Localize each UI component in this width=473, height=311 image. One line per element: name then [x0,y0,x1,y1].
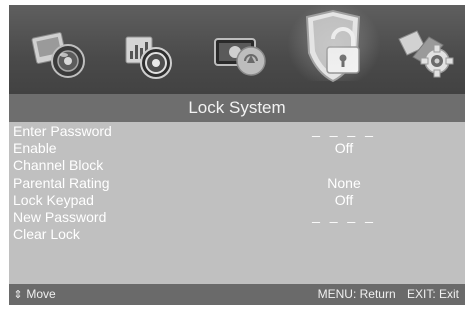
footer-hint-bar: ⇕ Move MENU: Return EXIT: Exit [9,284,465,305]
up-down-arrows-icon: ⇕ [13,289,23,301]
password-input[interactable]: _ _ _ _ [299,121,389,138]
menu-item-label: Channel Block [13,157,104,174]
tab-lock[interactable] [287,5,381,83]
menu-item-enter-password[interactable]: Enter Password _ _ _ _ [9,121,465,140]
menu-item-label: Clear Lock [13,226,80,243]
menu-item-label: Enter Password [13,123,112,139]
menu-item-new-password[interactable]: New Password _ _ _ _ [9,207,465,226]
sound-menu-icon [125,36,172,79]
menu-item-channel-block[interactable]: Channel Block [9,157,465,174]
tab-picture[interactable] [24,17,94,89]
tab-channel[interactable] [207,17,277,89]
move-hint: ⇕ Move [13,284,56,305]
menu-item-clear-lock[interactable]: Clear Lock [9,226,465,243]
osd-menu: Lock System Enter Password _ _ _ _ Enabl… [9,5,465,305]
menu-item-label: Lock Keypad [13,191,94,208]
key-hints: MENU: Return EXIT: Exit [318,284,459,305]
new-password-input[interactable]: _ _ _ _ [299,207,389,224]
tab-sound[interactable] [114,17,184,89]
menu-item-parental-rating[interactable]: Parental Rating None [9,175,465,192]
channel-menu-icon [214,38,266,76]
parental-rating-value[interactable]: None [299,175,389,192]
enable-value[interactable]: Off [299,140,389,157]
lock-menu-list: Enter Password _ _ _ _ Enable Off Channe… [9,121,465,243]
setup-menu-icon [398,30,454,78]
menu-item-label: Parental Rating [13,174,110,191]
exit-hint: EXIT: Exit [406,287,459,301]
menu-icon-bar [9,5,465,94]
menu-item-label: Enable [13,140,57,157]
tab-setup[interactable] [391,17,461,89]
menu-item-enable[interactable]: Enable Off [9,140,465,157]
move-label: Move [26,287,56,301]
menu-return-hint: MENU: Return [317,287,396,301]
lock-menu-icon [305,9,361,83]
menu-item-lock-keypad[interactable]: Lock Keypad Off [9,192,465,209]
menu-title: Lock System [9,94,465,122]
picture-menu-icon [31,32,85,78]
menu-item-label: New Password [13,208,107,225]
